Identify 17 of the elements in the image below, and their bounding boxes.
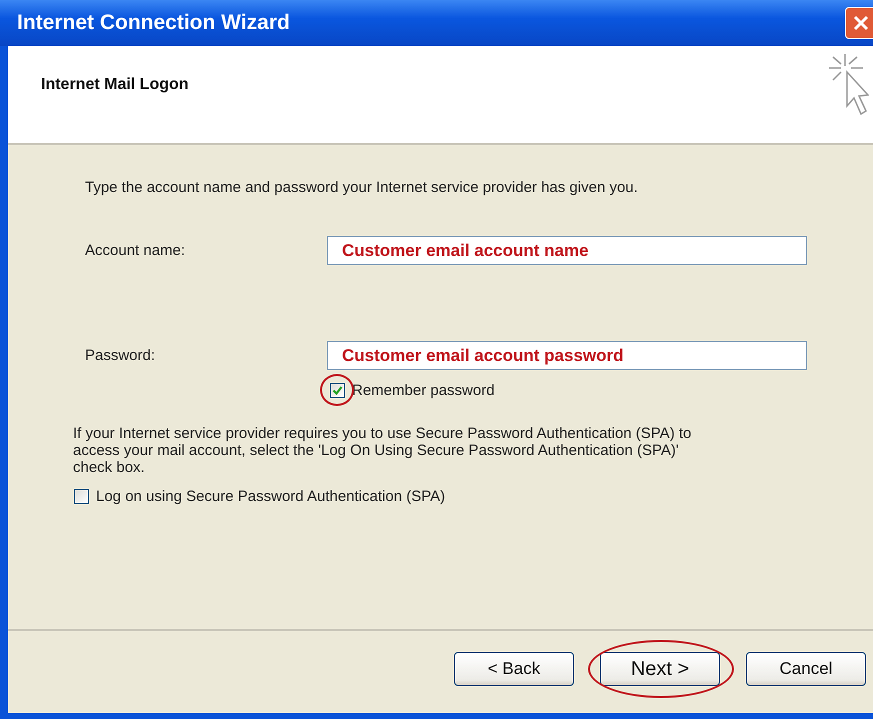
input-field[interactable]: Customer email account password xyxy=(327,341,807,370)
checkmark-icon xyxy=(332,385,343,396)
spa-description: If your Internet service provider requires you to use Secure Password Authentication (SPA) to access your mail account, select the 'Log On Using Secure Password Authentication (SPA)' check box. xyxy=(73,425,692,476)
close-button[interactable] xyxy=(845,7,873,39)
wizard-button[interactable]: Next > xyxy=(600,652,720,686)
checkbox-label: Log on using Secure Password Authentication (SPA) xyxy=(96,488,446,505)
wizard-button[interactable]: Cancel xyxy=(746,652,866,686)
input-field[interactable]: Customer email account name xyxy=(327,236,807,265)
window-title: Internet Connection Wizard xyxy=(17,11,290,35)
field-label: Password: xyxy=(85,347,156,364)
wizard-button[interactable]: < Back xyxy=(454,652,574,686)
checkbox[interactable] xyxy=(330,383,345,398)
page-title: Internet Mail Logon xyxy=(41,76,189,94)
field-label: Account name: xyxy=(85,242,186,259)
close-icon xyxy=(853,15,869,31)
checkbox[interactable] xyxy=(74,489,89,504)
instruction-text: Type the account name and password your Internet service provider has given you. xyxy=(85,179,639,196)
